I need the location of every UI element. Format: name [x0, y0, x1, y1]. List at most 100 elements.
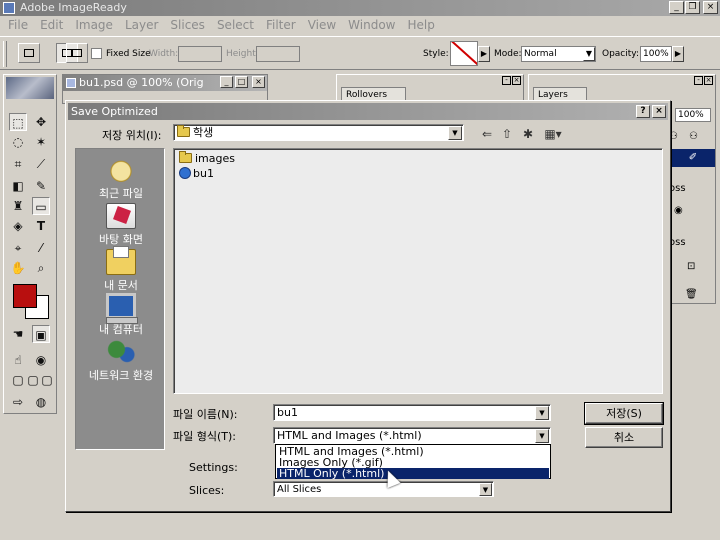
menu-image[interactable]: Image [69, 16, 119, 34]
slices-dropdown-arrow[interactable]: ▼ [479, 483, 492, 496]
options-bar-grip[interactable] [3, 41, 7, 67]
file-item-images-label: images [195, 152, 235, 165]
menu-edit[interactable]: Edit [34, 16, 69, 34]
menu-file[interactable]: File [2, 16, 34, 34]
save-button[interactable]: 저장(S) [584, 402, 664, 425]
slice-tool-icon[interactable]: ⟋ [32, 155, 50, 173]
place-my-computer[interactable]: 내 컴퓨터 [76, 293, 166, 337]
save-in-label: 저장 위치(I): [102, 129, 162, 142]
doc-maximize-button[interactable]: □ [235, 76, 248, 88]
opacity-field[interactable]: 100% [640, 46, 672, 62]
my-documents-icon [106, 246, 136, 275]
style-menu-arrow[interactable]: ▶ [478, 46, 490, 62]
paint-bucket-tool-icon[interactable]: ◈ [9, 217, 27, 235]
minimize-button[interactable]: _ [669, 1, 684, 14]
rollovers-panel-close[interactable]: × [512, 76, 521, 85]
magic-wand-tool-icon[interactable]: ✶ [32, 133, 50, 151]
place-desktop[interactable]: 바탕 화면 [76, 203, 166, 247]
crop-tool-icon[interactable]: ⌗ [9, 155, 27, 173]
lock-image-icon[interactable]: ⚇ [689, 131, 698, 142]
layer-row-2[interactable]: oss [669, 237, 714, 257]
height-label: Height: [226, 49, 259, 59]
rollovers-panel-minimize[interactable]: - [502, 76, 511, 85]
place-recent-files[interactable]: 최근 파일 [76, 157, 166, 201]
move-tool-icon[interactable]: ✥ [32, 113, 50, 131]
menu-layer[interactable]: Layer [119, 16, 164, 34]
filetype-select[interactable]: HTML and Images (*.html) ▼ [273, 427, 551, 444]
lasso-tool-icon[interactable]: ◌ [9, 133, 27, 151]
dialog-help-button[interactable]: ? [636, 105, 650, 118]
file-item-bu1[interactable]: bu1 [177, 166, 216, 181]
image-map-visibility-icon[interactable]: ☚ [9, 325, 27, 343]
jump-to-browser-icon[interactable]: ◍ [32, 393, 50, 411]
height-field[interactable] [256, 46, 300, 62]
view-menu-icon[interactable]: ▦▾ [542, 127, 564, 141]
layer-row-1[interactable]: oss [669, 183, 714, 203]
filename-input[interactable]: bu1 ▼ [273, 404, 551, 421]
rollover-preview-icon[interactable]: ☝ [9, 351, 27, 369]
place-network[interactable]: 네트워크 환경 [76, 339, 166, 383]
new-folder-icon[interactable]: ✱ [520, 127, 536, 141]
image-map-tool-icon[interactable]: ⌖ [9, 239, 27, 257]
subtract-selection-button[interactable] [66, 43, 88, 63]
marquee-tool-icon[interactable]: ⬚ [9, 113, 27, 131]
rectangle-tool-icon[interactable]: ▭ [32, 197, 50, 215]
filename-value: bu1 [277, 406, 298, 419]
new-selection-button[interactable] [18, 43, 40, 63]
layers-panel-minimize[interactable]: - [694, 76, 703, 85]
jump-to-photoshop-icon[interactable]: ⇨ [9, 393, 27, 411]
eyedropper-tool-icon[interactable]: ⁄ [32, 239, 50, 257]
back-arrow-icon[interactable]: ⇐ [479, 127, 495, 141]
save-in-dropdown-arrow[interactable]: ▼ [448, 126, 462, 140]
zoom-tool-icon[interactable]: ⌕ [32, 259, 50, 277]
rollovers-tab[interactable]: Rollovers [341, 87, 407, 101]
type-tool-icon[interactable]: T [32, 217, 50, 235]
brush-tool-icon[interactable]: ✎ [32, 177, 50, 195]
fixed-size-checkbox[interactable] [91, 48, 102, 59]
imageready-logo-icon [3, 2, 15, 14]
place-my-documents[interactable]: 내 문서 [76, 246, 166, 293]
delete-layer-icon[interactable]: 🗑 [685, 289, 698, 300]
opacity-slider-arrow[interactable]: ▶ [672, 46, 684, 62]
menu-window[interactable]: Window [342, 16, 401, 34]
slice-visibility-icon[interactable]: ▣ [32, 325, 50, 343]
eraser-tool-icon[interactable]: ◧ [9, 177, 27, 195]
network-icon [106, 339, 136, 365]
menu-select[interactable]: Select [211, 16, 260, 34]
layers-tab[interactable]: Layers [533, 87, 587, 101]
file-item-images[interactable]: images [177, 151, 237, 166]
close-app-button[interactable]: × [703, 1, 718, 14]
layer-row-selected[interactable]: ✐ [671, 149, 715, 167]
save-in-combo[interactable]: 학생 ▼ [173, 124, 464, 141]
menu-slices[interactable]: Slices [164, 16, 211, 34]
foreground-color-swatch[interactable] [13, 284, 37, 308]
menu-view[interactable]: View [302, 16, 342, 34]
mode-select[interactable]: Normal ▼ [521, 46, 596, 62]
width-field[interactable] [178, 46, 222, 62]
filename-label: 파일 이름(N): [173, 408, 238, 421]
menu-filter[interactable]: Filter [260, 16, 302, 34]
up-folder-icon[interactable]: ⇧ [499, 127, 515, 141]
layers-opacity-field[interactable]: 100% [675, 108, 711, 122]
layers-panel-close[interactable]: × [704, 76, 713, 85]
mode-dropdown-arrow[interactable]: ▼ [583, 47, 595, 61]
restore-button[interactable]: ❐ [685, 1, 700, 14]
dialog-close-button[interactable]: × [652, 105, 666, 118]
hand-tool-icon[interactable]: ✋ [9, 259, 27, 277]
stamp-tool-icon[interactable]: ♜ [9, 197, 27, 215]
filename-dropdown-arrow[interactable]: ▼ [535, 406, 549, 420]
desktop-icon [106, 203, 136, 229]
cancel-button[interactable]: 취소 [585, 427, 663, 448]
doc-close-button[interactable]: × [252, 76, 265, 88]
preview-in-browser-icon[interactable]: ◉ [32, 351, 50, 369]
file-list[interactable]: images bu1 [173, 148, 663, 394]
folder-icon [177, 125, 190, 137]
style-swatch[interactable] [450, 41, 478, 66]
menu-help[interactable]: Help [402, 16, 441, 34]
slices-select[interactable]: All Slices ▼ [273, 481, 494, 497]
doc-minimize-button[interactable]: _ [220, 76, 233, 88]
layers-opacity-value: 100% [678, 110, 704, 120]
filetype-option-html-only[interactable]: HTML Only (*.html) [277, 468, 549, 479]
filetype-dropdown-arrow[interactable]: ▼ [535, 429, 549, 443]
full-screen-mode-icon[interactable]: ▢ [38, 371, 56, 389]
